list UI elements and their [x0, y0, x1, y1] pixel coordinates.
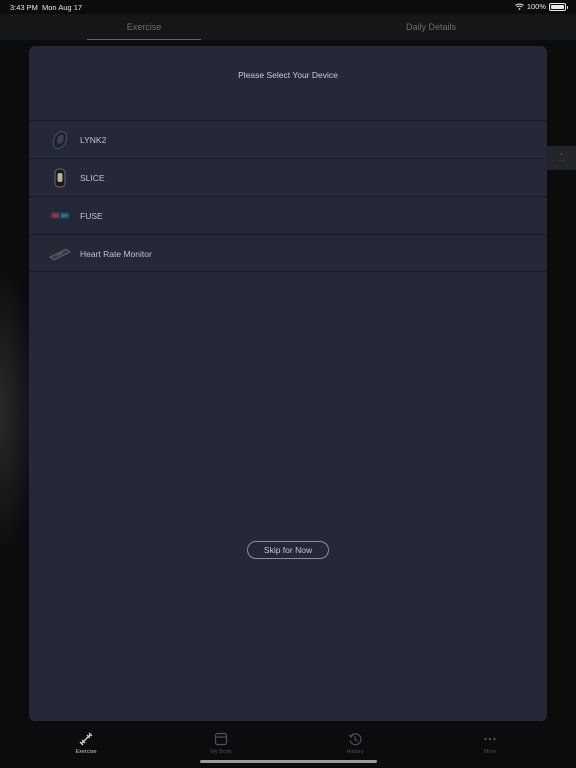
status-date: Mon Aug 17 [42, 3, 83, 12]
tab-exercise[interactable]: Exercise [46, 732, 126, 755]
tab-daily-details[interactable]: Daily Details [374, 14, 488, 40]
battery-percent: 100% [526, 2, 546, 11]
tab-label: History [346, 749, 364, 755]
modal-title: Please Select Your Device [238, 70, 338, 80]
lynk2-device-icon [52, 130, 68, 150]
slice-device-icon [54, 168, 66, 188]
tab-exercise-top[interactable]: Exercise [87, 14, 201, 40]
device-label: FUSE [80, 211, 103, 221]
background-side-panel: • ··· [547, 146, 576, 170]
top-tab-bar: Exercise Daily Details [0, 14, 576, 40]
battery-icon [549, 2, 568, 11]
device-label: LYNK2 [80, 135, 107, 145]
skip-for-now-button[interactable]: Skip for Now [247, 541, 329, 559]
device-row-fuse[interactable]: FUSE [29, 196, 547, 234]
heart-rate-monitor-icon [49, 248, 71, 261]
status-bar: 3:43 PM Mon Aug 17 100% [0, 0, 576, 14]
device-row-lynk2[interactable]: LYNK2 [29, 120, 547, 158]
battery-fill [551, 4, 564, 9]
device-row-heart-rate-monitor[interactable]: Heart Rate Monitor [29, 234, 547, 272]
exercise-icon [79, 732, 93, 746]
home-indicator [200, 760, 377, 763]
status-indicators: 100% [514, 2, 568, 11]
device-select-modal: Please Select Your Device LYNK2 SLICE FU… [29, 46, 547, 721]
device-label: Heart Rate Monitor [80, 249, 152, 259]
tab-label: My Body [210, 749, 232, 755]
device-list: LYNK2 SLICE FUSE Heart Rate Monitor [29, 120, 547, 272]
history-icon [348, 733, 362, 746]
tab-my-body[interactable]: My Body [181, 732, 261, 755]
tab-label: More [483, 749, 497, 755]
device-row-slice[interactable]: SLICE [29, 158, 547, 196]
tab-label: Exercise [75, 749, 97, 755]
fuse-device-icon [50, 212, 70, 219]
status-time: 3:43 PM [10, 3, 38, 12]
wifi-icon [514, 3, 524, 10]
more-icon [484, 737, 496, 741]
device-label: SLICE [80, 173, 105, 183]
tab-more[interactable]: More [450, 732, 530, 755]
my-body-icon [214, 732, 228, 746]
tab-history[interactable]: History [315, 732, 395, 755]
